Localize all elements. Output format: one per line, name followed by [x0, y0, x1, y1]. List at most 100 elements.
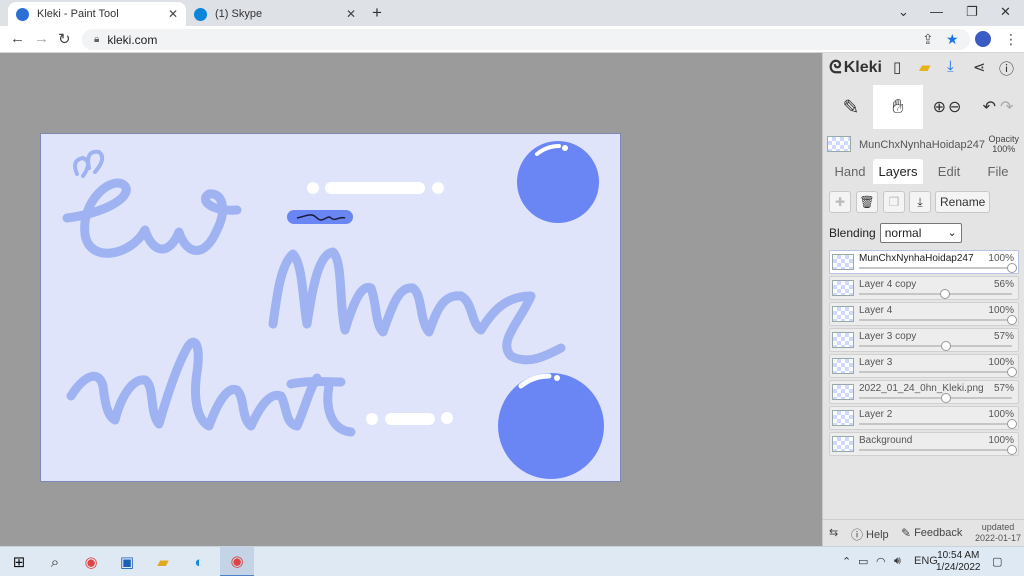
tab-skype[interactable]: (1) Skype ✕ — [186, 2, 364, 26]
opacity-readout: Opacity 100% — [988, 134, 1019, 154]
tray-expand-icon[interactable]: ⌃ — [842, 555, 851, 568]
help-icon[interactable]: ⓘ — [999, 58, 1014, 79]
layer-row[interactable]: Layer 3 100% — [829, 354, 1019, 378]
edge-taskbar-button[interactable]: ◐ — [182, 547, 216, 576]
hand-icon: ✋︎ — [892, 95, 904, 118]
opacity-slider-handle[interactable] — [939, 289, 950, 299]
system-clock[interactable]: 10:54 AM 1/24/2022 — [936, 550, 981, 574]
minimize-icon[interactable]: — — [930, 4, 943, 19]
download-icon[interactable]: ⤓ — [947, 58, 954, 75]
opacity-slider[interactable] — [859, 367, 1017, 377]
ew-lettering — [62, 178, 242, 258]
tab-hand[interactable]: Hand — [827, 159, 873, 184]
tab-kleki[interactable]: Kleki - Paint Tool ✕ — [8, 2, 186, 26]
menu-kebab-icon[interactable]: ⋮ — [1004, 31, 1018, 48]
zoom-out-icon[interactable]: ⊖ — [948, 97, 961, 117]
close-icon[interactable]: ✕ — [346, 7, 356, 21]
restore-icon[interactable]: ❐ — [966, 4, 978, 20]
delete-layer-button[interactable]: 🗑︎ — [856, 191, 878, 213]
feedback-button[interactable]: ✎ Feedback — [901, 526, 962, 540]
chrome-icon: ◉ — [84, 554, 98, 571]
new-tab-icon[interactable]: + — [372, 3, 382, 23]
forward-icon[interactable]: → — [34, 30, 49, 47]
window-close-icon[interactable]: ✕ — [1000, 4, 1011, 20]
redo-icon[interactable]: ↷ — [1000, 97, 1013, 117]
tab-file[interactable]: File — [975, 159, 1021, 184]
opacity-slider[interactable] — [859, 289, 1012, 299]
chrome-taskbar-button[interactable]: ◉ — [74, 547, 108, 576]
opacity-slider-handle[interactable] — [1007, 367, 1017, 377]
bubble-shine-dot — [554, 375, 560, 381]
opacity-slider-handle[interactable] — [1007, 419, 1017, 429]
chrome-active-taskbar-button[interactable]: ◉ — [220, 547, 254, 576]
opacity-slider-handle[interactable] — [1007, 315, 1017, 325]
layer-row[interactable]: MunChxNynhaHoidap247 100% — [829, 250, 1019, 274]
layer-row[interactable]: Background 100% — [829, 432, 1019, 456]
opacity-slider[interactable] — [859, 445, 1017, 455]
start-button[interactable]: ⊞ — [2, 547, 36, 576]
wifi-icon[interactable]: ◠ — [876, 555, 886, 568]
opacity-slider-handle[interactable] — [941, 341, 952, 351]
opacity-slider[interactable] — [859, 419, 1017, 429]
hand-tool[interactable]: ✋︎ — [873, 85, 923, 129]
rename-button[interactable]: Rename — [935, 191, 991, 213]
chevron-down-icon[interactable]: ⌄ — [898, 4, 909, 20]
reload-icon[interactable]: ↻ — [58, 30, 71, 48]
share-icon[interactable]: ⇪ — [922, 31, 934, 48]
add-layer-button[interactable]: ✚ — [829, 191, 851, 213]
windows-logo-icon: ⊞ — [12, 554, 26, 571]
layer-row[interactable]: 2022_01_24_0hn_Kleki.png 57% — [829, 380, 1019, 404]
language-indicator[interactable]: ENG — [914, 555, 938, 567]
blending-select[interactable]: normal ⌄ — [879, 223, 962, 243]
kleki-logo[interactable]: ᘓ Kleki — [829, 57, 882, 78]
layer-row[interactable]: Layer 3 copy 57% — [829, 328, 1019, 352]
store-taskbar-button[interactable]: ▣ — [110, 547, 144, 576]
artwork — [62, 141, 604, 479]
close-icon[interactable]: ✕ — [168, 7, 178, 21]
layer-row[interactable]: Layer 4 100% — [829, 302, 1019, 326]
chrome-icon: ◉ — [230, 553, 244, 570]
explorer-taskbar-button[interactable]: ▰ — [146, 547, 180, 576]
tab-edit[interactable]: Edit — [925, 159, 973, 184]
canvas-workspace[interactable] — [0, 53, 822, 546]
new-image-icon[interactable]: ▯ — [893, 58, 901, 76]
clock-date: 1/24/2022 — [936, 562, 981, 573]
share-icon[interactable]: ⋖ — [973, 58, 986, 76]
brush-tool[interactable]: ✎ — [829, 85, 873, 129]
folder-icon: ▰ — [157, 554, 169, 571]
lock-icon: 🔒︎ — [94, 34, 100, 45]
skype-favicon-icon — [194, 7, 207, 21]
notifications-icon[interactable]: ▢ — [992, 555, 1002, 568]
opacity-slider[interactable] — [859, 341, 1012, 351]
panel-header: ᘓ Kleki ▯ ▰ ⤓ ⋖ ⓘ — [823, 53, 1024, 83]
drawing-canvas[interactable] — [40, 133, 621, 482]
help-button[interactable]: ⓘ Help — [851, 526, 889, 543]
opacity-slider-handle[interactable] — [1007, 263, 1017, 273]
back-icon[interactable]: ← — [10, 30, 25, 47]
updated-info: updated 2022-01-17 — [975, 522, 1021, 544]
open-folder-icon[interactable]: ▰ — [919, 58, 931, 76]
battery-icon[interactable]: ▭ — [858, 555, 868, 568]
bookmark-star-icon[interactable]: ★ — [946, 31, 959, 48]
panel-footer: ⇆ ⓘ Help ✎ Feedback updated 2022-01-17 — [823, 519, 1024, 546]
layer-row[interactable]: Layer 2 100% — [829, 406, 1019, 430]
profile-avatar[interactable] — [975, 31, 991, 47]
volume-icon[interactable]: 🔊︎ — [894, 555, 901, 568]
opacity-slider[interactable] — [859, 263, 1017, 273]
zoom-controls[interactable]: ⊕ ⊖ — [927, 85, 967, 129]
url-field[interactable]: 🔒︎ kleki.com — [82, 29, 970, 50]
duplicate-layer-button[interactable]: ❐ — [883, 191, 905, 213]
opacity-slider-handle[interactable] — [941, 393, 952, 403]
opacity-slider-handle[interactable] — [1007, 445, 1017, 455]
search-button[interactable]: ⌕ — [38, 547, 72, 576]
merge-down-button[interactable]: ⤓ — [909, 191, 931, 213]
undo-redo[interactable]: ↶ ↷ — [975, 85, 1021, 129]
swap-sides-icon[interactable]: ⇆ — [829, 526, 838, 539]
layer-row[interactable]: Layer 4 copy 56% — [829, 276, 1019, 300]
opacity-slider[interactable] — [859, 315, 1017, 325]
tab-layers[interactable]: Layers — [873, 159, 923, 184]
opacity-slider[interactable] — [859, 393, 1012, 403]
undo-icon[interactable]: ↶ — [983, 97, 996, 117]
layer-thumbnail — [832, 436, 854, 452]
zoom-in-icon[interactable]: ⊕ — [933, 97, 946, 117]
